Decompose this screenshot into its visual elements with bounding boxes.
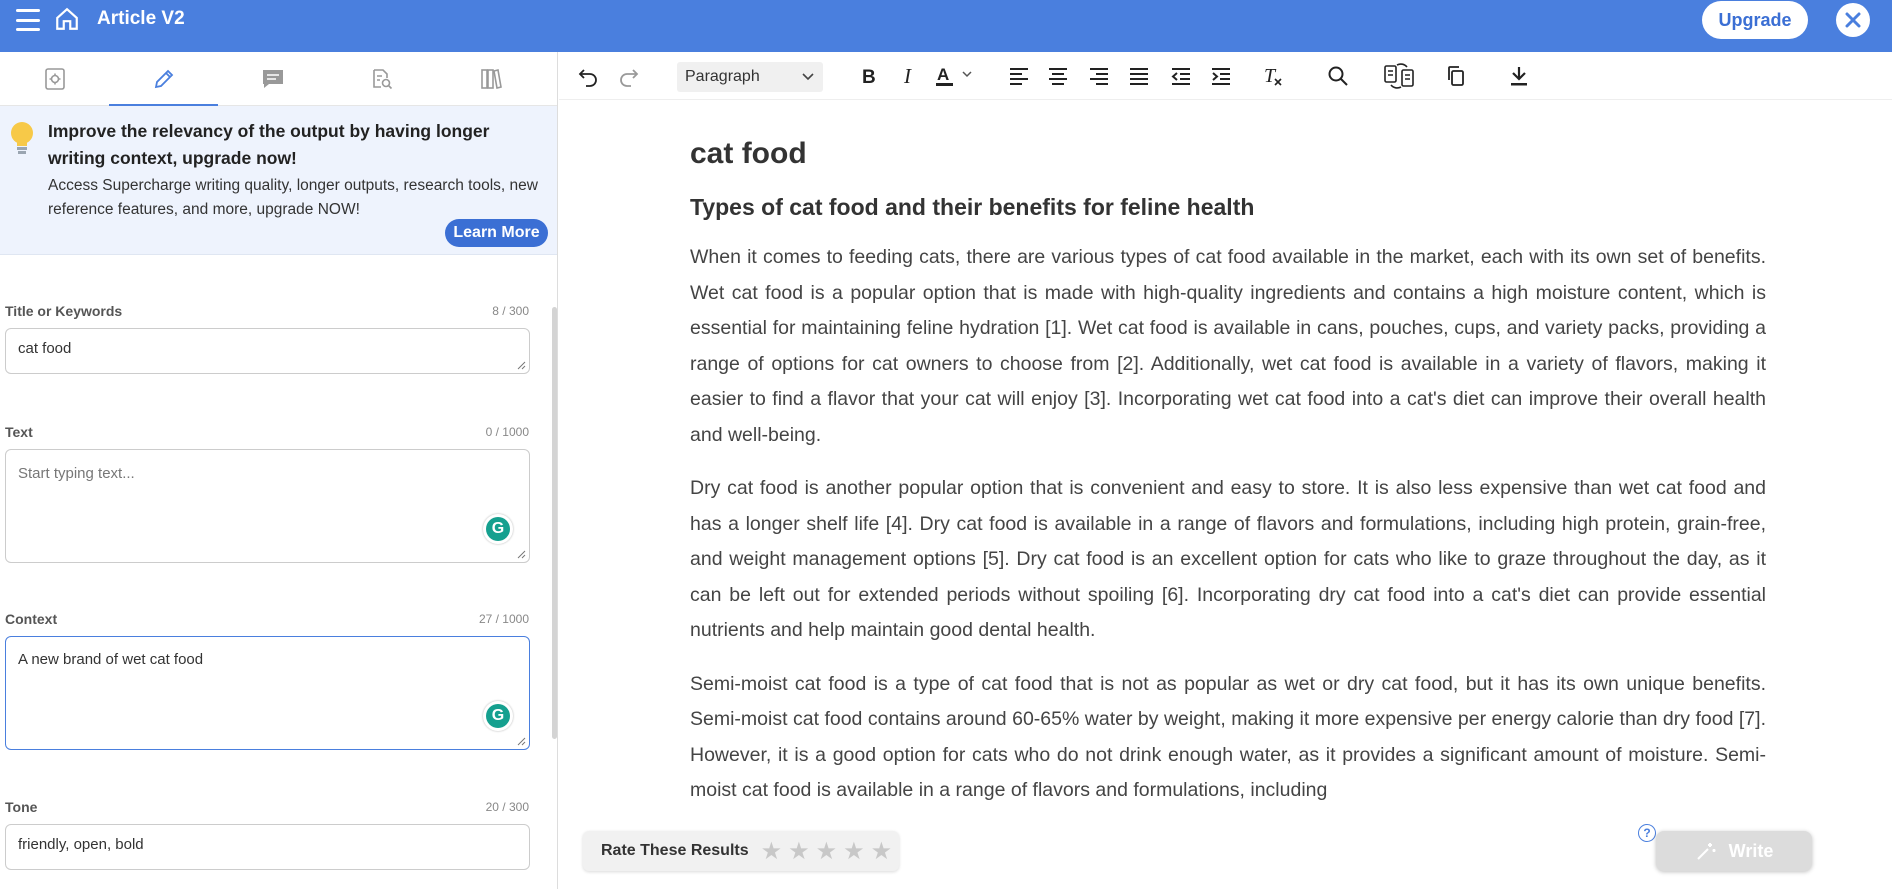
block-format-value: Paragraph [685,68,760,85]
tab-settings[interactable] [0,52,109,106]
pencil-icon [154,69,173,89]
grammarly-icon[interactable]: G [483,701,513,731]
compare-documents-icon[interactable] [1382,62,1416,90]
title-keywords-input[interactable]: cat food [5,328,530,374]
outdent-icon[interactable] [1167,62,1195,90]
magic-wand-icon [1696,843,1716,860]
tab-library[interactable] [436,52,545,106]
text-color-icon[interactable]: A [934,62,982,90]
upgrade-button[interactable]: Upgrade [1702,1,1808,39]
align-left-icon[interactable] [1005,62,1033,90]
close-icon[interactable] [1836,3,1870,37]
tone-input[interactable]: friendly, open, bold [5,824,530,870]
redo-icon[interactable] [615,62,643,90]
panel-tabs [0,52,557,106]
title-keywords-label: Title or Keywords [5,303,123,319]
paragraph[interactable]: Dry cat food is another popular option t… [690,471,1766,649]
text-label: Text [5,424,33,440]
svg-text:T: T [1264,65,1277,87]
context-value: A new brand of wet cat food [18,651,204,668]
grammarly-icon[interactable]: G [483,514,513,544]
books-icon [480,69,502,89]
tone-count: 20 / 300 [485,800,529,814]
document-heading[interactable]: Types of cat food and their benefits for… [690,194,1766,221]
context-input[interactable]: A new brand of wet cat food G [5,636,530,750]
editor-area: Paragraph B I A T cat food Types of cat … [559,52,1892,889]
rate-results-bar: Rate These Results ★★★★★ [583,831,899,871]
document-content[interactable]: cat food Types of cat food and their ben… [690,132,1766,809]
editor-toolbar: Paragraph B I A T [559,52,1892,100]
write-button-label: Write [1728,840,1774,861]
left-panel: Improve the relevancy of the output by h… [0,52,558,889]
paragraph[interactable]: Semi-moist cat food is a type of cat foo… [690,667,1766,809]
panel-scrollbar[interactable] [552,307,557,739]
search-document-icon [372,69,392,90]
tab-write[interactable] [109,52,218,106]
star-rating[interactable]: ★★★★★ [761,837,899,866]
app-title: Article V2 [97,8,185,29]
tone-label: Tone [5,799,38,815]
tab-research[interactable] [327,52,436,106]
learn-more-button[interactable]: Learn More [445,219,548,247]
copy-icon[interactable] [1442,62,1470,90]
context-label: Context [5,611,58,627]
text-placeholder: Start typing text... [18,465,135,482]
promo-body: Access Supercharge writing quality, long… [48,177,538,218]
title-keywords-count: 8 / 300 [492,304,529,318]
bold-icon[interactable]: B [854,62,882,90]
document-viewport[interactable]: cat food Types of cat food and their ben… [559,100,1892,872]
write-button[interactable]: Write [1656,831,1812,871]
search-icon[interactable] [1324,62,1352,90]
resize-handle-icon[interactable] [517,737,526,746]
title-keywords-value: cat food [18,340,72,357]
home-icon[interactable] [54,6,80,32]
svg-text:B: B [862,67,876,86]
indent-icon[interactable] [1207,62,1235,90]
undo-icon[interactable] [574,62,602,90]
italic-icon[interactable]: I [894,62,922,90]
download-icon[interactable] [1505,62,1533,90]
lightbulb-icon [11,122,33,154]
document-title[interactable]: cat food [690,137,1766,171]
clear-formatting-icon[interactable]: T [1259,62,1287,90]
context-count: 27 / 1000 [478,612,529,626]
chat-bubble-icon [262,70,283,88]
paragraph[interactable]: When it comes to feeding cats, there are… [690,240,1766,453]
tab-chat[interactable] [218,52,327,106]
hamburger-menu-icon[interactable] [14,8,42,32]
resize-handle-icon[interactable] [517,550,526,559]
help-icon[interactable]: ? [1638,824,1656,842]
svg-text:I: I [903,66,912,86]
resize-handle-icon[interactable] [517,361,526,370]
rate-results-label: Rate These Results [601,842,749,859]
svg-text:A: A [937,65,949,84]
chevron-down-icon [802,73,814,81]
promo-title: Improve the relevancy of the output by h… [48,121,490,168]
align-right-icon[interactable] [1085,62,1113,90]
gear-document-icon [44,68,65,90]
top-bar: Article V2 Upgrade [0,0,1892,52]
tone-value: friendly, open, bold [18,836,144,853]
align-center-icon[interactable] [1044,62,1072,90]
text-count: 0 / 1000 [485,425,529,439]
text-input[interactable]: Start typing text... G [5,449,530,563]
align-justify-icon[interactable] [1125,62,1153,90]
block-format-select[interactable]: Paragraph [677,62,823,92]
